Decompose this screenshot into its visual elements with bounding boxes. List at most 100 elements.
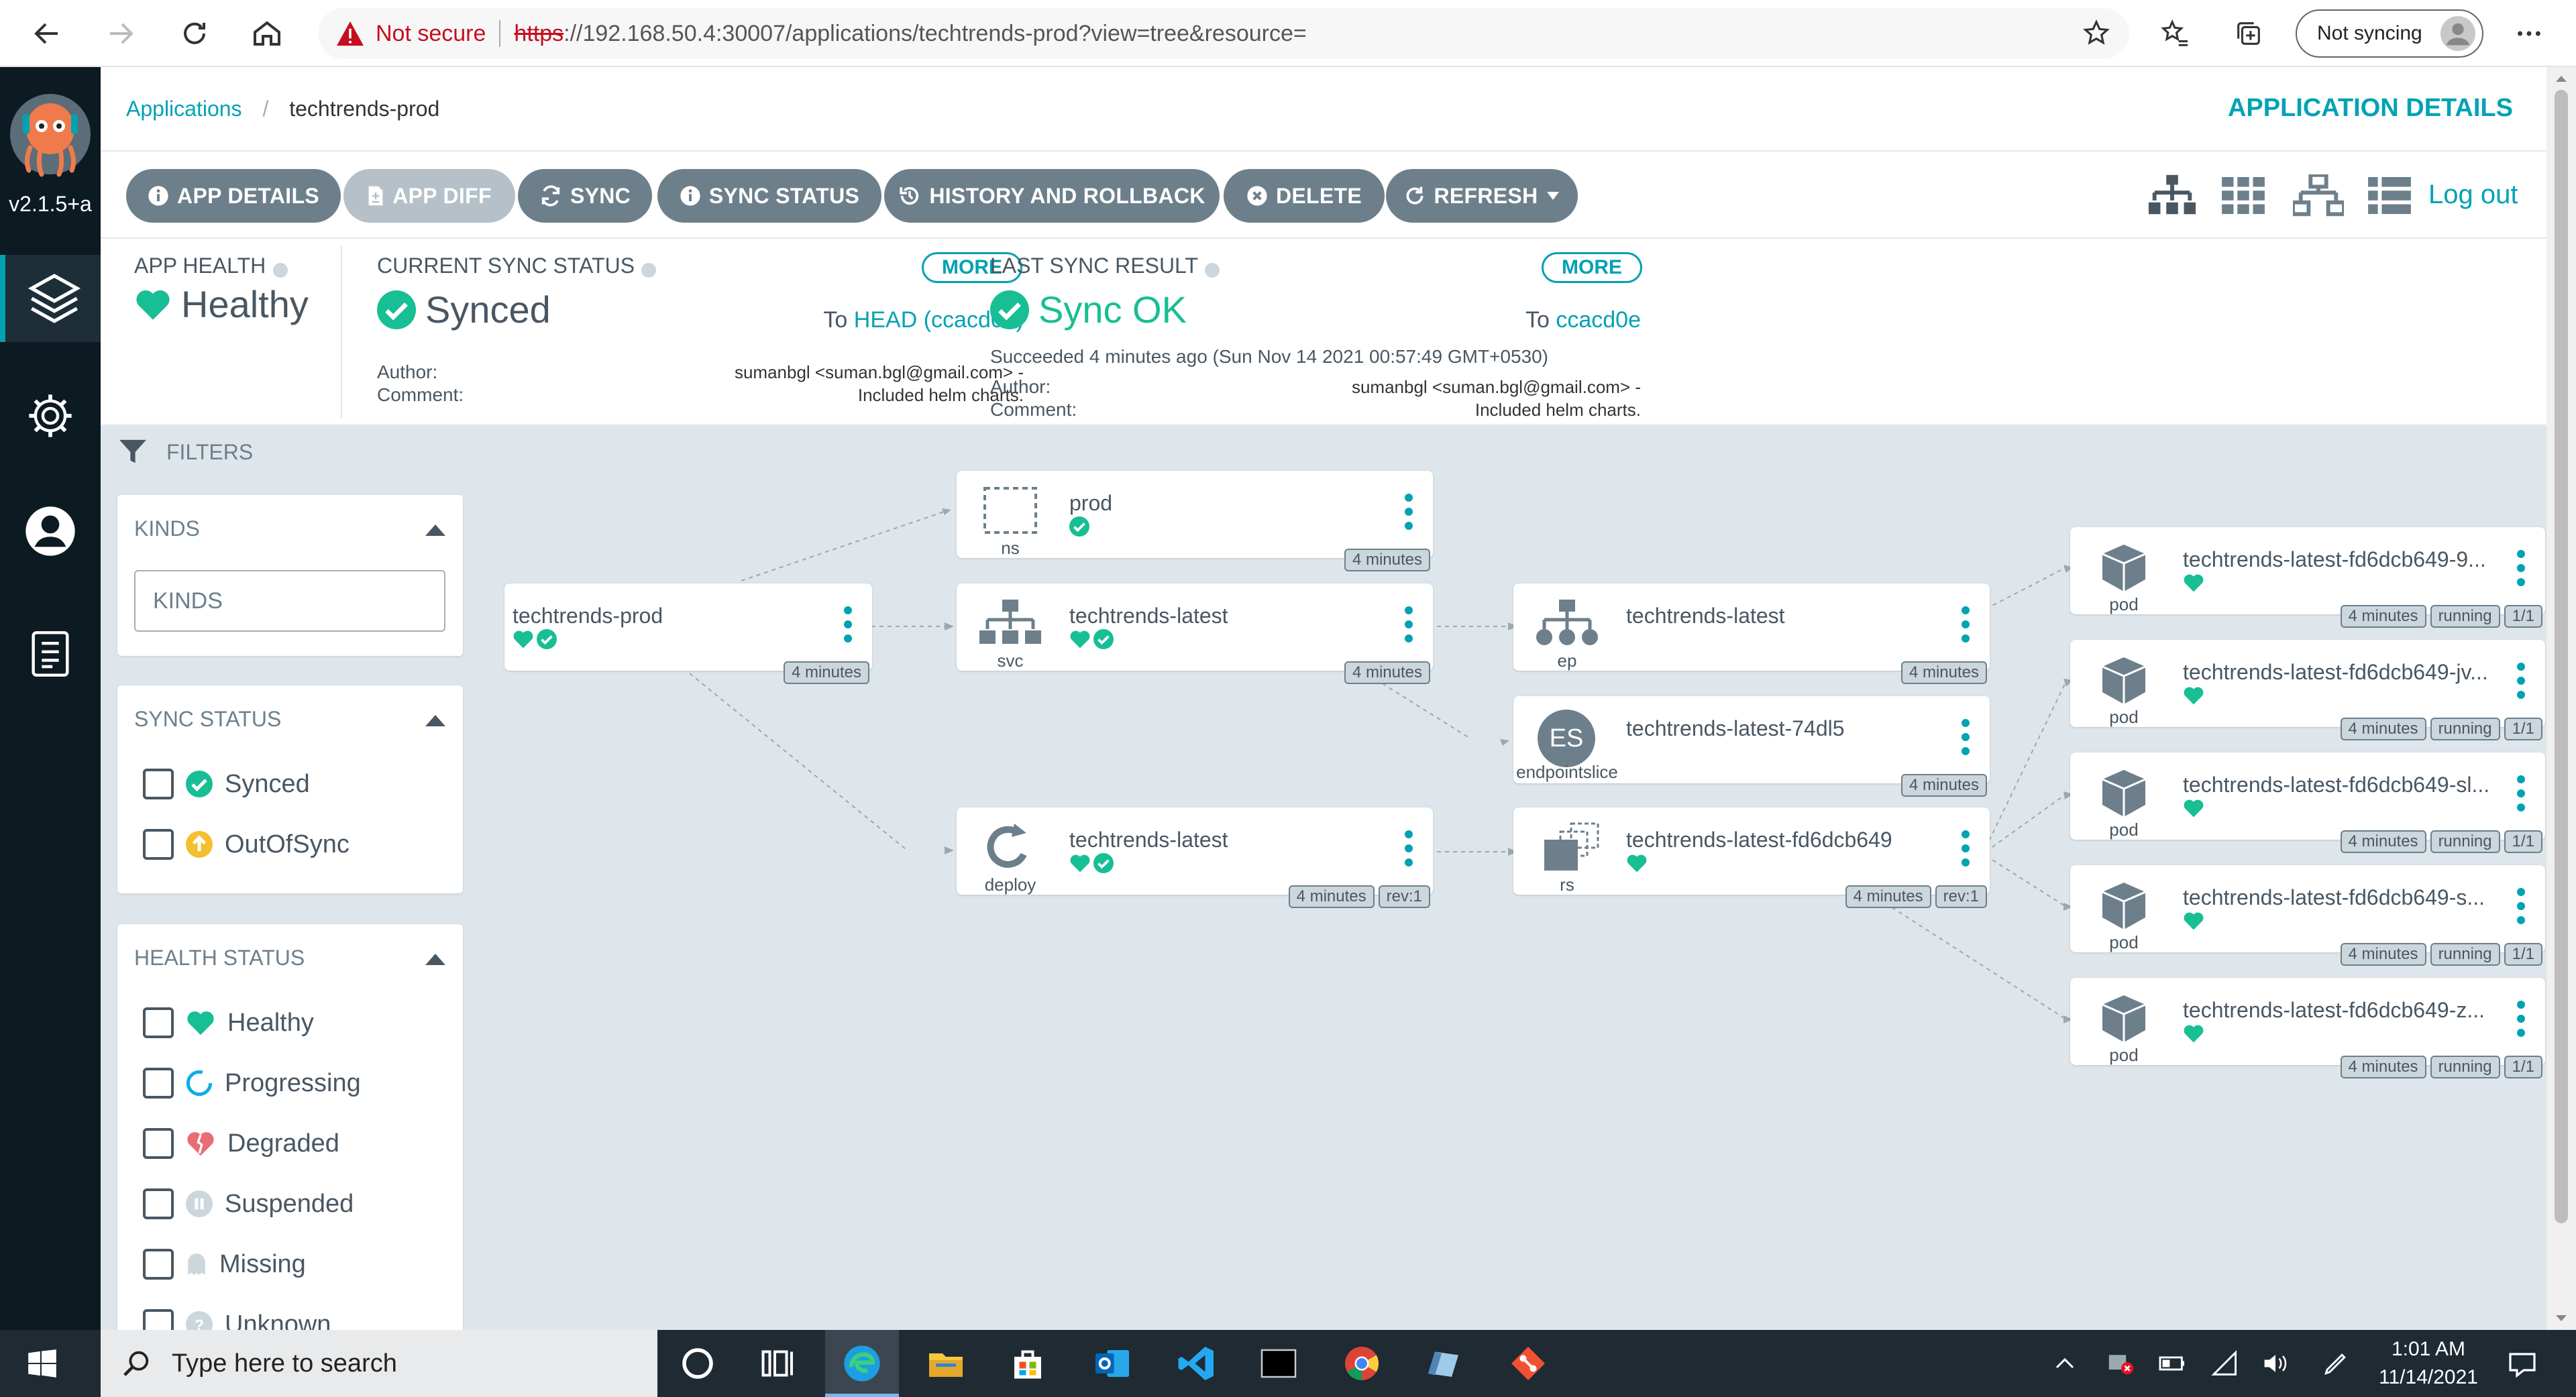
- node-menu-icon[interactable]: [2517, 888, 2525, 924]
- chevron-up-icon[interactable]: [2053, 1351, 2077, 1376]
- git-tool-icon[interactable]: [1508, 1343, 1548, 1384]
- favorites-button[interactable]: [2153, 12, 2196, 55]
- filter-option-missing[interactable]: Missing: [143, 1249, 306, 1280]
- help-icon[interactable]: [641, 262, 657, 278]
- filter-option-degraded[interactable]: Degraded: [143, 1128, 339, 1159]
- last-sync-more-button[interactable]: MORE: [1542, 252, 1642, 283]
- pod-node[interactable]: pod techtrends-latest-fd6dcb649-sl... 4 …: [2070, 752, 2545, 853]
- collapse-icon[interactable]: [425, 954, 445, 965]
- filter-option-healthy[interactable]: Healthy: [143, 1007, 314, 1038]
- kinds-input[interactable]: KINDS: [134, 570, 445, 632]
- checkbox[interactable]: [143, 1188, 174, 1219]
- checkbox[interactable]: [143, 829, 174, 860]
- taskbar-search[interactable]: Type here to search: [101, 1330, 657, 1397]
- app-diff-button[interactable]: APP DIFF: [343, 169, 515, 223]
- checkbox[interactable]: [143, 1249, 174, 1280]
- node-menu-icon[interactable]: [1405, 606, 1413, 642]
- file-explorer-icon[interactable]: [926, 1343, 966, 1384]
- checkbox[interactable]: [143, 1309, 174, 1330]
- node-menu-icon[interactable]: [1405, 494, 1413, 530]
- back-button[interactable]: [25, 12, 68, 55]
- argo-logo[interactable]: v2.1.5+a: [0, 67, 101, 228]
- app-node[interactable]: techtrends-prod 4 minutes: [504, 583, 872, 684]
- pod-node[interactable]: pod techtrends-latest-fd6dcb649-s... 4 m…: [2070, 865, 2545, 966]
- reload-button[interactable]: [173, 12, 216, 55]
- checkbox[interactable]: [143, 1007, 174, 1038]
- browser-menu-button[interactable]: [2508, 12, 2551, 55]
- filter-option-unknown[interactable]: ? Unknown: [143, 1309, 331, 1330]
- refresh-button[interactable]: REFRESH: [1386, 169, 1578, 223]
- checkbox[interactable]: [143, 1128, 174, 1159]
- chrome-icon[interactable]: [1342, 1343, 1382, 1384]
- scrollbar-thumb[interactable]: [2555, 90, 2568, 1223]
- rs-node[interactable]: rs techtrends-latest-fd6dcb649 4 minutes…: [1513, 807, 1990, 908]
- filter-option-outofsync[interactable]: OutOfSync: [143, 829, 350, 860]
- volume-icon[interactable]: [2261, 1350, 2290, 1377]
- pod-node[interactable]: pod techtrends-latest-fd6dcb649-9... 4 m…: [2070, 527, 2545, 628]
- nav-settings[interactable]: [23, 389, 77, 443]
- node-menu-icon[interactable]: [844, 606, 852, 642]
- svc-node[interactable]: svc techtrends-latest 4 minutes: [957, 583, 1433, 684]
- help-icon[interactable]: [272, 262, 288, 278]
- nav-docs[interactable]: [23, 627, 77, 681]
- checkbox[interactable]: [143, 769, 174, 799]
- logout-link[interactable]: Log out: [2428, 180, 2518, 210]
- node-menu-icon[interactable]: [2517, 550, 2525, 586]
- virtualbox-icon[interactable]: [1425, 1343, 1465, 1384]
- node-menu-icon[interactable]: [2517, 775, 2525, 812]
- forward-button[interactable]: [99, 12, 142, 55]
- scroll-up-icon[interactable]: [2546, 68, 2576, 89]
- node-menu-icon[interactable]: [1962, 719, 1970, 755]
- filter-option-synced[interactable]: Synced: [143, 769, 310, 799]
- profile-sync-button[interactable]: Not syncing: [2296, 9, 2483, 58]
- history-rollback-button[interactable]: HISTORY AND ROLLBACK: [884, 169, 1220, 223]
- filters-header[interactable]: FILTERS: [118, 439, 253, 465]
- filter-option-progressing[interactable]: Progressing: [143, 1068, 361, 1099]
- node-menu-icon[interactable]: [2517, 663, 2525, 699]
- terminal-icon[interactable]: [1258, 1343, 1299, 1384]
- task-view-icon[interactable]: [758, 1343, 798, 1384]
- nav-applications[interactable]: [0, 255, 101, 342]
- page-scrollbar[interactable]: [2546, 67, 2576, 1330]
- microsoft-store-icon[interactable]: [1008, 1343, 1048, 1384]
- collapse-icon[interactable]: [425, 715, 445, 726]
- battery-icon[interactable]: [2157, 1351, 2187, 1376]
- last-sync-revision[interactable]: ccacd0e: [1556, 307, 1641, 333]
- collections-button[interactable]: [2227, 12, 2270, 55]
- sync-status-button[interactable]: SYNC STATUS: [657, 169, 881, 223]
- outlook-icon[interactable]: [1092, 1343, 1132, 1384]
- pod-node[interactable]: pod techtrends-latest-fd6dcb649-jv... 4 …: [2070, 640, 2545, 740]
- collapse-icon[interactable]: [425, 524, 445, 536]
- taskbar-clock[interactable]: 1:01 AM 11/14/2021: [2375, 1335, 2482, 1392]
- notification-app-icon[interactable]: [2106, 1350, 2136, 1377]
- pods-view-icon[interactable]: [2222, 177, 2265, 216]
- checkbox[interactable]: [143, 1068, 174, 1099]
- node-menu-icon[interactable]: [1962, 606, 1970, 642]
- sync-button[interactable]: SYNC: [518, 169, 652, 223]
- vscode-icon[interactable]: [1177, 1343, 1217, 1384]
- ep-node[interactable]: ep techtrends-latest 4 minutes: [1513, 583, 1990, 684]
- home-button[interactable]: [246, 12, 288, 55]
- windows-start-icon[interactable]: [25, 1347, 59, 1380]
- taskbar-edge-active[interactable]: [825, 1330, 899, 1397]
- filter-option-suspended[interactable]: Suspended: [143, 1188, 354, 1219]
- app-details-button[interactable]: APP DETAILS: [126, 169, 341, 223]
- cortana-icon[interactable]: [678, 1343, 718, 1384]
- pod-node[interactable]: pod techtrends-latest-fd6dcb649-z... 4 m…: [2070, 978, 2545, 1078]
- pen-workspace-icon[interactable]: [2321, 1349, 2351, 1378]
- delete-button[interactable]: DELETE: [1224, 169, 1385, 223]
- breadcrumb-applications[interactable]: Applications: [126, 97, 242, 121]
- node-menu-icon[interactable]: [2517, 1001, 2525, 1037]
- tree-view-icon[interactable]: [2147, 174, 2198, 219]
- network-view-icon[interactable]: [2293, 174, 2344, 219]
- wifi-icon[interactable]: [2211, 1350, 2241, 1377]
- list-view-icon[interactable]: [2368, 177, 2411, 216]
- help-icon[interactable]: [1205, 262, 1220, 278]
- address-bar[interactable]: Not secure https ://192.168.50.4:30007/a…: [318, 8, 2129, 59]
- node-menu-icon[interactable]: [1962, 830, 1970, 867]
- endpointslice-node[interactable]: ES endpointslice techtrends-latest-74dl5…: [1513, 696, 1990, 797]
- add-favorite-icon[interactable]: [2081, 18, 2112, 49]
- nav-user-info[interactable]: [23, 504, 77, 558]
- node-menu-icon[interactable]: [1405, 830, 1413, 867]
- scroll-down-icon[interactable]: [2546, 1308, 2576, 1329]
